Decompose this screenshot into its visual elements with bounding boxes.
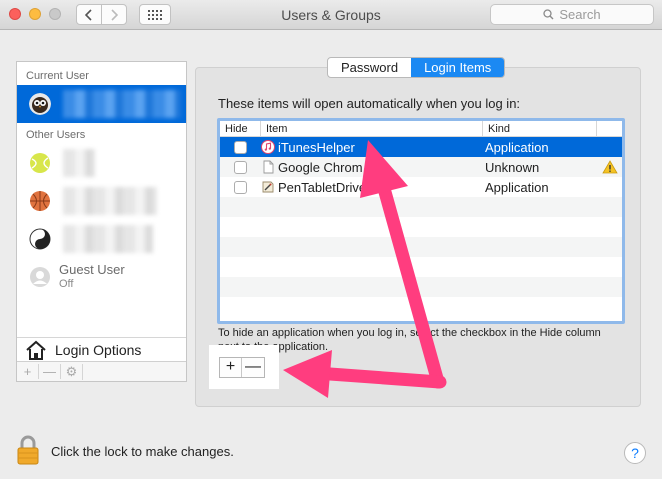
- item-name: PenTabletDriver: [278, 179, 371, 195]
- owl-avatar-icon: [29, 93, 51, 115]
- column-header-item[interactable]: Item: [261, 121, 483, 136]
- guest-user-name: Guest User: [59, 262, 125, 277]
- lock-message: Click the lock to make changes.: [51, 444, 234, 459]
- app-icon: [262, 181, 274, 193]
- warning-icon: [602, 160, 618, 174]
- lock-icon[interactable]: [16, 435, 40, 465]
- sidebar-item-current-user[interactable]: [17, 85, 186, 123]
- sidebar-item-user[interactable]: [17, 182, 186, 220]
- column-header-kind[interactable]: Kind: [483, 121, 597, 136]
- column-header-hide[interactable]: Hide: [220, 121, 261, 136]
- remove-user-button[interactable]: —: [39, 364, 61, 379]
- redacted-user-name: [63, 90, 181, 118]
- remove-item-button[interactable]: —: [242, 358, 264, 377]
- guest-user-status: Off: [59, 278, 74, 290]
- tab-bar: Password Login Items: [327, 57, 506, 78]
- add-remove-highlight: + —: [209, 345, 279, 389]
- tab-login-items[interactable]: Login Items: [411, 58, 505, 77]
- empty-row: [220, 277, 622, 297]
- help-button[interactable]: ?: [624, 442, 646, 464]
- hide-checkbox[interactable]: [234, 140, 247, 154]
- empty-row: [220, 197, 622, 217]
- hide-checkbox[interactable]: [234, 180, 247, 194]
- item-name: Google Chrome: [278, 159, 363, 175]
- sidebar-toolbar: + — ⚙: [17, 361, 186, 381]
- document-icon: [263, 160, 274, 174]
- add-remove-buttons: + —: [219, 357, 265, 378]
- login-options-label: Login Options: [55, 341, 142, 358]
- gear-icon[interactable]: ⚙: [61, 363, 83, 380]
- tennis-ball-avatar-icon: [30, 153, 50, 173]
- sidebar-item-guest-user[interactable]: Guest User Off: [17, 258, 186, 296]
- table-row[interactable]: PenTabletDriver Application: [220, 177, 622, 197]
- table-header: Hide Item Kind: [220, 121, 622, 137]
- empty-row: [220, 217, 622, 237]
- search-placeholder: Search: [559, 7, 601, 22]
- item-kind: Unknown: [485, 159, 540, 175]
- guest-avatar-icon: [30, 267, 50, 287]
- item-kind: Application: [485, 139, 549, 155]
- add-item-button[interactable]: +: [220, 358, 242, 377]
- empty-row: [220, 297, 622, 317]
- sidebar-item-user[interactable]: [17, 144, 186, 182]
- login-items-description: These items will open automatically when…: [218, 96, 521, 111]
- users-sidebar: Current User Other Users Guest User Off …: [16, 61, 187, 382]
- login-options-item[interactable]: Login Options: [17, 337, 186, 361]
- house-icon: [26, 340, 46, 360]
- hide-checkbox[interactable]: [234, 160, 247, 174]
- search-icon: [543, 9, 554, 20]
- search-field[interactable]: Search: [490, 4, 654, 25]
- redacted-user-name: [63, 225, 153, 253]
- basketball-avatar-icon: [30, 191, 50, 211]
- empty-row: [220, 257, 622, 277]
- item-name: iTunesHelper: [278, 139, 355, 155]
- table-row[interactable]: Google Chrome Unknown: [220, 157, 622, 177]
- add-user-button[interactable]: +: [17, 364, 39, 379]
- tab-password[interactable]: Password: [328, 58, 411, 77]
- empty-row: [220, 237, 622, 257]
- item-kind: Application: [485, 179, 549, 195]
- sidebar-item-user[interactable]: [17, 220, 186, 258]
- current-user-header: Current User: [26, 70, 89, 82]
- title-bar: Users & Groups Search: [0, 0, 662, 30]
- yin-yang-avatar-icon: [29, 228, 51, 250]
- itunes-icon: [261, 140, 275, 154]
- other-users-header: Other Users: [26, 129, 86, 141]
- redacted-user-name: [63, 187, 157, 215]
- guest-user-text: Guest User Off: [59, 263, 125, 291]
- login-items-table: Hide Item Kind iTunesHelper Application …: [217, 118, 625, 324]
- redacted-user-name: [63, 149, 95, 177]
- table-row[interactable]: iTunesHelper Application: [220, 137, 622, 157]
